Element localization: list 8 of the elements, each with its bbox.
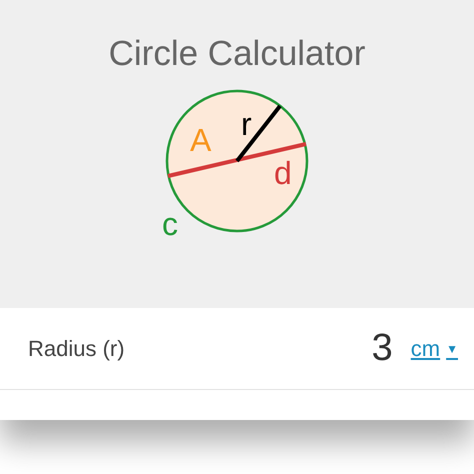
value-field[interactable]: 3: [372, 320, 393, 377]
area-label: A: [190, 122, 212, 158]
circumference-label: c: [162, 206, 178, 242]
calculator-title: Circle Calculator: [108, 33, 366, 75]
unit-dropdown[interactable]: cm $^{▼}$: [410, 332, 458, 365]
diameter-label: d: [274, 155, 292, 191]
radius-label: r: [241, 106, 252, 142]
field-label: Radius (r): [28, 335, 126, 363]
